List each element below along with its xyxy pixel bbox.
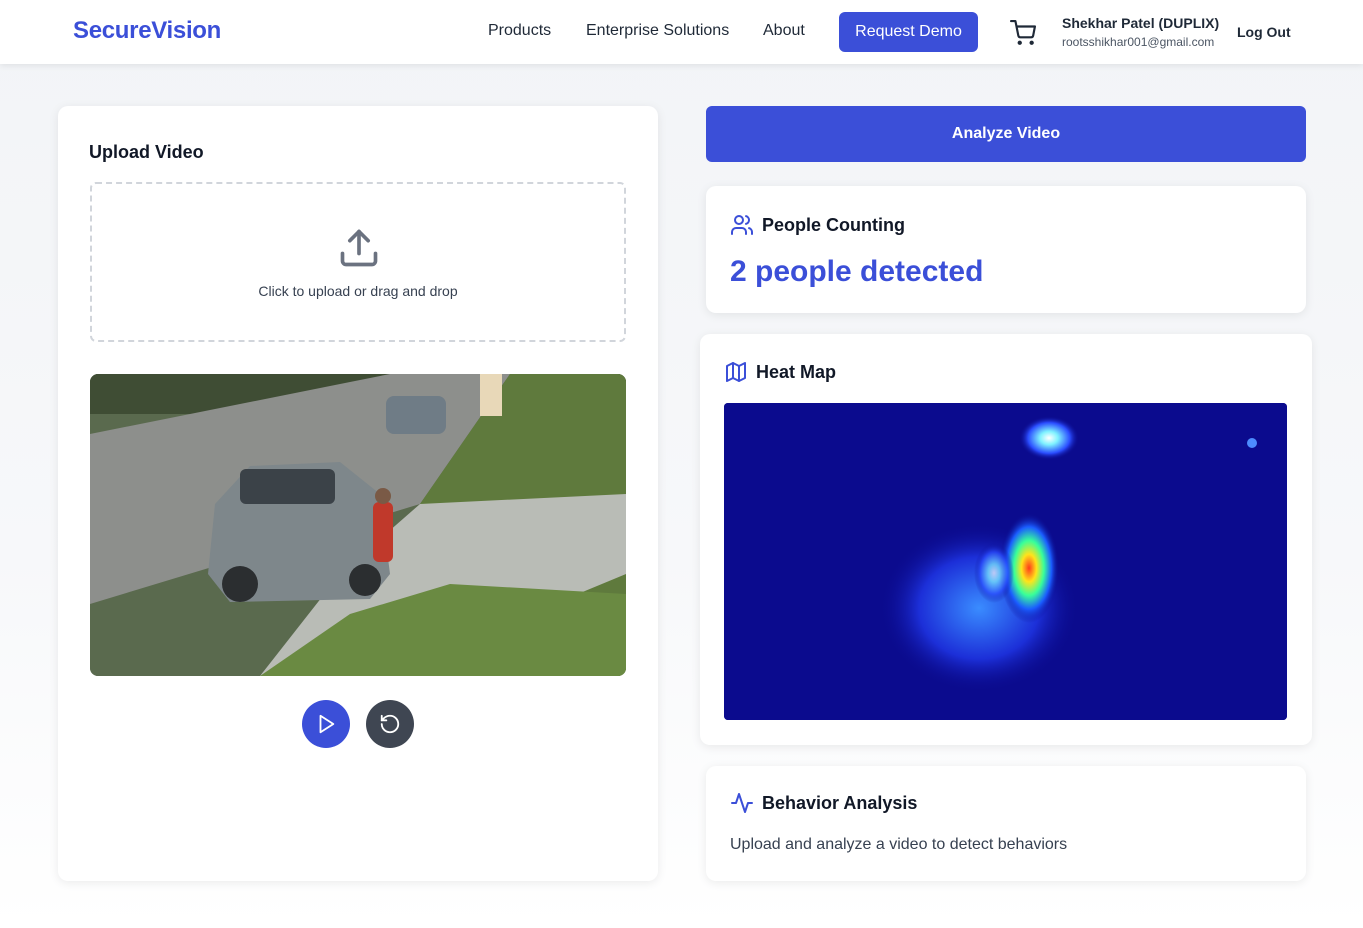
logout-link[interactable]: Log Out <box>1237 24 1291 40</box>
upload-card: Upload Video Click to upload or drag and… <box>58 106 658 881</box>
heat-map-card: Heat Map <box>700 334 1312 745</box>
user-name: Shekhar Patel (DUPLIX) <box>1062 15 1220 31</box>
request-demo-button[interactable]: Request Demo <box>839 12 978 52</box>
play-icon <box>319 714 335 734</box>
behavior-analysis-header: Behavior Analysis <box>730 791 917 815</box>
video-frame <box>90 374 626 676</box>
play-button[interactable] <box>302 700 350 748</box>
user-email: rootsshikhar001@gmail.com <box>1062 35 1215 49</box>
behavior-analysis-text: Upload and analyze a video to detect beh… <box>730 836 1068 853</box>
nav-about[interactable]: About <box>763 22 805 40</box>
behavior-analysis-card: Behavior Analysis Upload and analyze a v… <box>706 766 1306 881</box>
reset-button[interactable] <box>366 700 414 748</box>
rotate-ccw-icon <box>380 714 400 734</box>
activity-icon <box>731 793 753 813</box>
nav-products[interactable]: Products <box>488 22 551 40</box>
people-counting-header: People Counting <box>730 213 905 237</box>
upload-title: Upload Video <box>89 142 204 162</box>
upload-icon <box>340 229 378 267</box>
dropzone-text: Click to upload or drag and drop <box>258 283 458 299</box>
users-icon <box>731 215 753 235</box>
people-count-value: 2 people detected <box>730 255 984 288</box>
analyze-video-button[interactable]: Analyze Video <box>706 106 1306 162</box>
top-navbar: SecureVision Products Enterprise Solutio… <box>0 0 1363 64</box>
behavior-analysis-title: Behavior Analysis <box>762 792 918 813</box>
people-counting-card: People Counting 2 people detected <box>706 186 1306 313</box>
nav-enterprise-solutions[interactable]: Enterprise Solutions <box>586 22 729 40</box>
heat-map-header: Heat Map <box>724 360 836 384</box>
upload-dropzone[interactable]: Click to upload or drag and drop <box>90 182 626 342</box>
people-counting-title: People Counting <box>762 214 905 235</box>
heat-map-title: Heat Map <box>756 361 837 382</box>
heat-map-image <box>724 403 1287 720</box>
logo[interactable]: SecureVision <box>73 17 221 45</box>
video-player[interactable] <box>90 374 626 676</box>
map-icon <box>726 362 746 382</box>
shopping-cart-icon[interactable] <box>1010 20 1036 46</box>
